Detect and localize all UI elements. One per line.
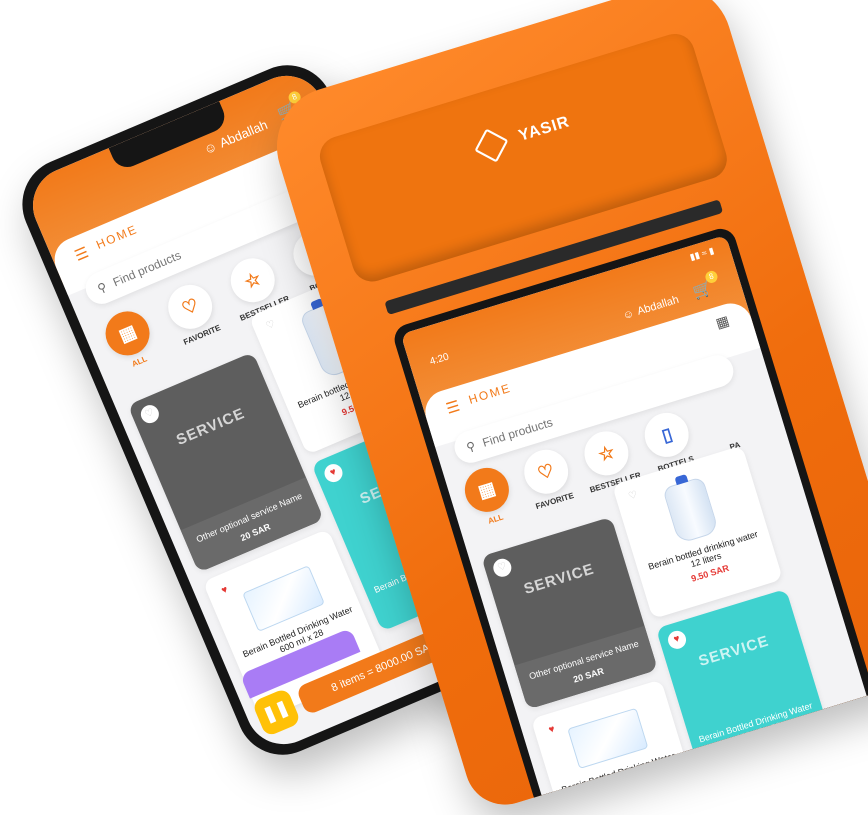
heart-icon: ♡ — [518, 444, 574, 500]
star-icon: ☆ — [578, 425, 634, 481]
service-name: Berain Bottled Drinking Water 600 ml x 2… — [697, 700, 814, 745]
cart-button[interactable]: 🛒 8 — [690, 269, 719, 304]
page-title: HOME — [466, 380, 514, 407]
brand-name: YASIR — [516, 113, 572, 145]
favorite-heart-icon[interactable]: ♡ — [621, 485, 645, 508]
favorite-heart-icon[interactable]: ♥ — [213, 579, 237, 603]
favorite-heart-icon[interactable]: ♥ — [540, 719, 564, 742]
favorite-heart-icon[interactable]: ♡ — [138, 402, 162, 426]
service-card[interactable]: ♥ SERVICE Berain Bottled Drinking Water … — [655, 588, 833, 782]
service-title: SERVICE — [521, 560, 597, 598]
search-icon: ⚲ — [464, 438, 478, 455]
status-icons: ▮▮ ≈ ▮ — [688, 245, 716, 263]
water-pack-image — [567, 707, 649, 769]
hamburger-menu-icon[interactable]: ☰ — [72, 243, 91, 265]
favorite-heart-icon[interactable]: ♡ — [259, 313, 283, 338]
category-all[interactable]: ▦ ALL — [457, 462, 528, 553]
service-title: SERVICE — [173, 404, 248, 449]
status-time: 4:20 — [428, 351, 451, 368]
user-icon: ☺ — [201, 138, 220, 158]
favorite-heart-icon[interactable]: ♥ — [321, 461, 346, 485]
user-icon: ☺ — [621, 307, 636, 323]
user-name: Abdallah — [217, 116, 270, 151]
page-title: HOME — [94, 221, 140, 252]
brand-logo: YASIR — [469, 104, 575, 168]
user-name: Abdallah — [635, 293, 681, 318]
category-label: FAVORITE — [534, 490, 575, 512]
service-title: SERVICE — [696, 632, 772, 670]
category-favorite[interactable]: ♡ FAVORITE — [516, 444, 587, 535]
favorite-heart-icon[interactable]: ♥ — [665, 628, 689, 652]
hamburger-menu-icon[interactable]: ☰ — [444, 397, 462, 418]
category-label: ALL — [486, 512, 505, 526]
bottle-icon: ▯ — [639, 407, 695, 463]
user-profile[interactable]: ☺ Abdallah — [621, 294, 680, 322]
grid-icon: ▦ — [459, 462, 515, 518]
favorite-heart-icon[interactable]: ♡ — [491, 556, 514, 580]
water-bottle-image — [662, 476, 720, 545]
barcode-scan-icon[interactable]: ▦ — [714, 312, 732, 332]
search-icon: ⚲ — [95, 279, 109, 296]
service-footer: Berain Bottled Drinking Water 600 ml x 2… — [686, 688, 832, 781]
cube-logo-icon — [474, 128, 509, 163]
